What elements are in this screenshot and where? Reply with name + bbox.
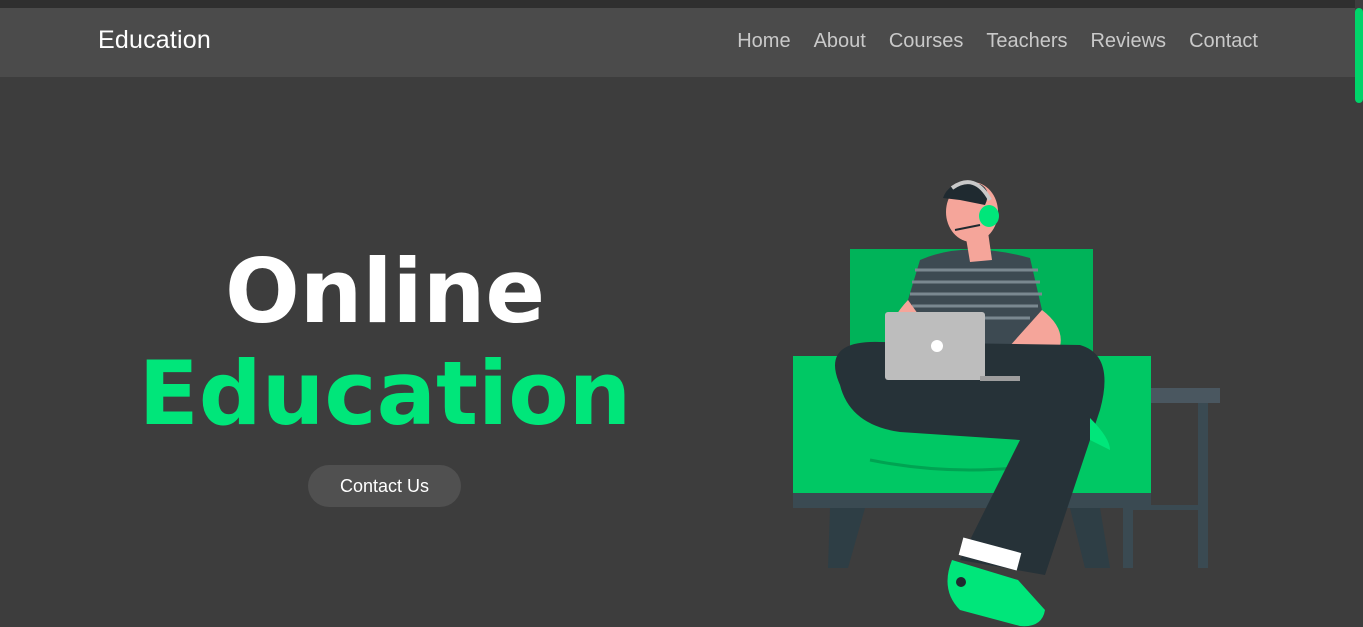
scrollbar-thumb[interactable] [1355,8,1363,103]
hero-title-line1: Online [224,240,546,343]
contact-us-button[interactable]: Contact Us [308,465,461,507]
brand-logo-text[interactable]: Education [98,26,211,55]
nav-home-link[interactable]: Home [737,30,790,53]
hero-title-education: Education [0,344,770,444]
person-icon [835,180,1110,627]
window-top-edge [0,0,1363,8]
nav-links: Home About Courses Teachers Reviews Cont… [714,30,1258,53]
nav-about-link[interactable]: About [814,30,866,53]
nav-contact-link[interactable]: Contact [1189,30,1258,53]
nav-reviews-link[interactable]: Reviews [1090,30,1166,53]
nav-teachers-link[interactable]: Teachers [986,30,1067,53]
hero-title-line2: Education [138,342,632,445]
navbar: Education Home About Courses Teachers Re… [0,8,1355,77]
nav-courses-link[interactable]: Courses [889,30,963,53]
student-on-sofa-with-laptop-illustration [793,180,1220,627]
hero-title-online: Online [0,242,770,342]
